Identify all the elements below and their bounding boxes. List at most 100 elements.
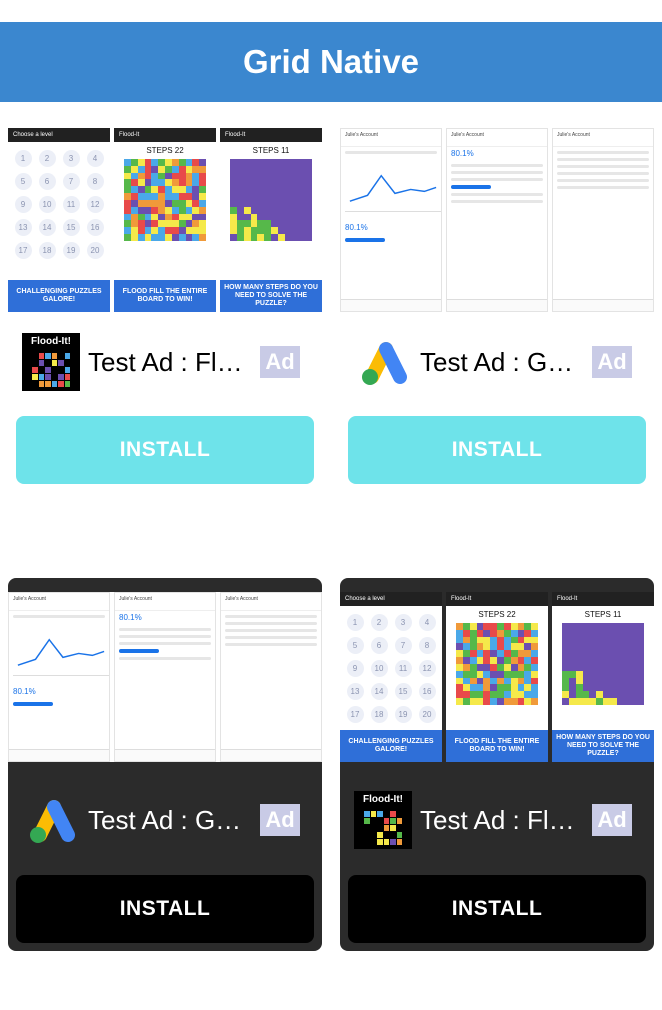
board-cell (517, 677, 525, 685)
board-cell (271, 165, 278, 173)
screenshot-caption: FLOOD FILL THE ENTIRE BOARD TO WIN! (446, 730, 548, 762)
screenshot-recommendations: Julie's Account 80.1% (446, 128, 548, 312)
board-cell (291, 206, 299, 214)
board-cell (130, 179, 138, 187)
install-button[interactable]: INSTALL (16, 416, 314, 484)
board-cell (483, 670, 491, 678)
board-cell (277, 199, 285, 207)
board-cell (236, 234, 244, 241)
level-button: 12 (418, 660, 436, 677)
board-cell (230, 165, 237, 173)
board-cell (510, 643, 518, 651)
ad-headline[interactable]: Test Ad : Fl… (88, 347, 250, 378)
ad-headline[interactable]: Test Ad : Go… (420, 347, 582, 378)
board-cell (271, 186, 278, 194)
screenshot-board-b: Flood-It STEPS 11 HOW MANY STEPS DO YOU … (552, 592, 654, 762)
board-cell (510, 636, 518, 644)
icon-mosaic (364, 811, 402, 845)
ad-media-screenshots[interactable]: Choose a level 1 2 3 4 5 6 7 8 9 10 11 12 13 14 15 16 17… (8, 128, 322, 312)
board-cell (510, 663, 518, 671)
board-cell (456, 663, 463, 671)
board-cell (124, 220, 131, 228)
icon-cell (38, 353, 44, 359)
ad-media-screenshots[interactable]: Choose a level 1 2 3 4 5 6 7 8 9 10 11 12 13 14 15 16 17… (340, 592, 654, 762)
native-ad-card-google-dark[interactable]: Julie's Account 80.1% Julie's Account 80… (8, 578, 322, 951)
icon-cell (45, 367, 51, 373)
board-cell (596, 643, 603, 651)
icon-cell (364, 832, 370, 838)
board-cell (603, 623, 610, 630)
native-ad-card-flood-light[interactable]: Choose a level 1 2 3 4 5 6 7 8 9 10 11 12 13 14 15 16 17… (8, 128, 322, 488)
level-button: 5 (346, 637, 364, 654)
board-cell (517, 684, 525, 692)
ad-headline[interactable]: Test Ad : Go… (88, 805, 250, 836)
icon-cell (64, 381, 70, 387)
board-cell (483, 691, 491, 699)
board-cell (243, 213, 251, 221)
level-button: 18 (38, 242, 56, 259)
board-cell (517, 629, 525, 637)
screenshot-caption: CHALLENGING PUZZLES GALORE! (340, 730, 442, 762)
board-cell (284, 227, 292, 235)
board-cell (637, 677, 644, 685)
board-cell (250, 165, 258, 173)
board-cell (469, 629, 477, 637)
board-cell (185, 234, 193, 241)
board-cell (575, 643, 583, 651)
board-cell (305, 227, 312, 235)
board-cell (603, 684, 610, 692)
board-cell (236, 159, 244, 166)
board-cell (497, 643, 504, 651)
board-cell (589, 643, 597, 651)
ad-headline[interactable]: Test Ad : Fl… (420, 805, 582, 836)
install-button[interactable]: INSTALL (16, 875, 314, 943)
board-cell (144, 193, 152, 200)
board-cell (124, 179, 131, 187)
icon-cell (377, 839, 383, 845)
board-cell (158, 234, 165, 241)
bottom-nav (9, 749, 109, 761)
placeholder-line (225, 636, 317, 639)
board-cell (144, 227, 152, 235)
install-button[interactable]: INSTALL (348, 416, 646, 484)
board-cell (264, 172, 271, 180)
board-cell (462, 643, 470, 651)
board-cell (271, 206, 278, 214)
ad-info-row: Test Ad : Go… Ad (22, 790, 308, 850)
board-cell (524, 677, 532, 685)
icon-cell (364, 811, 370, 817)
ad-media-screenshots[interactable]: Julie's Account 80.1% Julie's Account 80… (340, 128, 654, 312)
board-cell (192, 193, 200, 200)
board-cell (531, 684, 538, 692)
board-cell (230, 227, 237, 235)
board-cell (257, 193, 265, 200)
board-cell (517, 623, 525, 630)
board-cell (178, 159, 186, 166)
board-cell (531, 636, 538, 644)
install-button[interactable]: INSTALL (348, 875, 646, 943)
board-cell (462, 623, 470, 630)
steps-counter: STEPS 11 (584, 610, 622, 619)
board-cell (277, 220, 285, 228)
board-cell (165, 193, 172, 200)
board-cell (616, 684, 624, 692)
native-ad-card-flood-dark[interactable]: Choose a level 1 2 3 4 5 6 7 8 9 10 11 12 13 14 15 16 17… (340, 578, 654, 951)
native-ad-card-google-light[interactable]: Julie's Account 80.1% Julie's Account 80… (340, 128, 654, 488)
board-cell (243, 220, 251, 228)
ad-media-screenshots[interactable]: Julie's Account 80.1% Julie's Account 80… (8, 592, 322, 762)
icon-cell (370, 825, 376, 831)
board-cell (469, 623, 477, 630)
board-cell (575, 623, 583, 630)
board-cell (284, 165, 292, 173)
board-cell (124, 193, 131, 200)
board-cell (158, 193, 165, 200)
board-cell (469, 643, 477, 651)
board-cell (637, 670, 644, 678)
icon-cell (383, 811, 389, 817)
board-cell (562, 677, 569, 685)
level-button: 7 (62, 173, 80, 190)
board-cell (497, 629, 504, 637)
board-cell (137, 186, 145, 194)
board-cell (568, 677, 576, 685)
board-cell (630, 657, 638, 664)
